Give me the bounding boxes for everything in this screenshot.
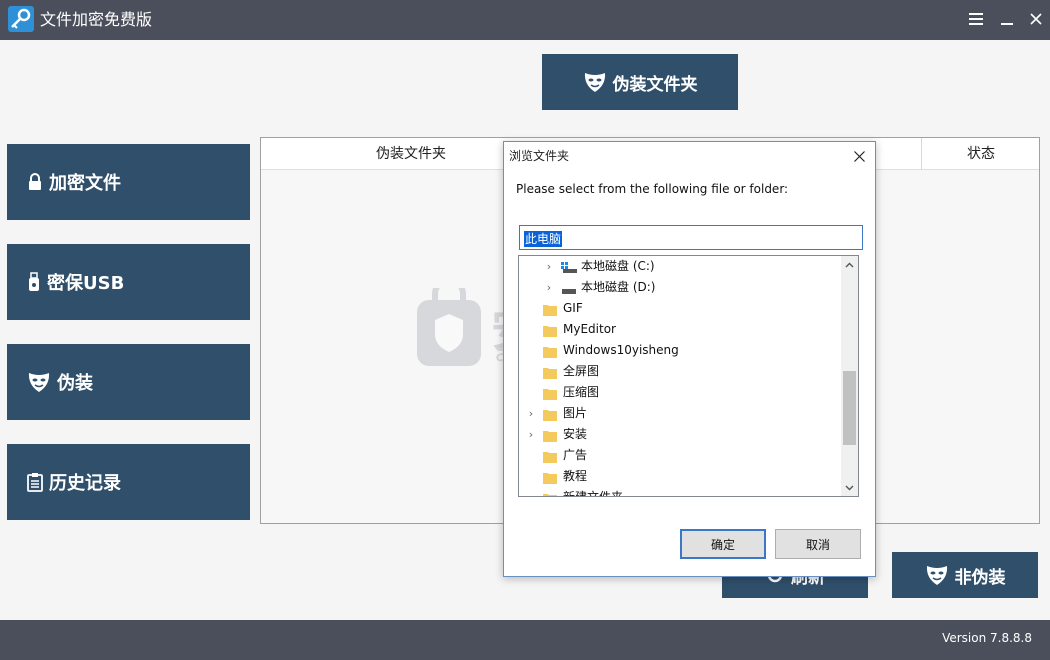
browse-folder-dialog[interactable]: 浏览文件夹 Please select from the following f… xyxy=(503,141,876,577)
disguise-folder-label: 伪装文件夹 xyxy=(612,74,698,95)
lock-icon xyxy=(29,173,41,190)
ok-button[interactable]: 确定 xyxy=(680,529,766,559)
tree-item-label: 安装 xyxy=(563,427,588,441)
expand-chevron-icon[interactable]: › xyxy=(525,424,537,445)
tree-item[interactable]: 全屏图 xyxy=(519,361,839,382)
status-bar: Version 7.8.8.8 xyxy=(0,620,1050,660)
dialog-close-icon[interactable] xyxy=(849,146,869,166)
cancel-button[interactable]: 取消 xyxy=(775,529,861,559)
scroll-up-arrow-icon[interactable] xyxy=(841,256,858,273)
folder-icon xyxy=(543,491,557,496)
tree-item[interactable]: 广告 xyxy=(519,445,839,466)
tree-item[interactable]: › 本地磁盘 (C:) xyxy=(519,256,839,277)
title-bar: 文件加密免费版 xyxy=(0,0,1050,40)
tree-item-label: GIF xyxy=(563,301,583,315)
menu-icon[interactable] xyxy=(964,7,988,31)
sidebar-item-label: 历史记录 xyxy=(49,473,121,494)
dialog-title: 浏览文件夹 xyxy=(509,149,570,163)
app-title: 文件加密免费版 xyxy=(40,10,153,29)
undisguise-button[interactable]: 非伪装 xyxy=(892,552,1038,598)
mask-icon xyxy=(584,73,605,92)
tree-item[interactable]: › 安装 xyxy=(519,424,839,445)
tree-item-label: 广告 xyxy=(563,448,588,462)
sidebar-item-label: 伪装 xyxy=(57,373,93,394)
scroll-down-arrow-icon[interactable] xyxy=(841,479,858,496)
dialog-instruction: Please select from the following file or… xyxy=(516,182,789,196)
tree-item[interactable]: › 本地磁盘 (D:) xyxy=(519,277,839,298)
sidebar-item-usb-protect[interactable]: 密保USB xyxy=(7,244,250,320)
tree-item[interactable]: Windows10yisheng xyxy=(519,340,839,361)
minimize-icon[interactable] xyxy=(995,7,1019,31)
tree-item-label: 本地磁盘 (C:) xyxy=(581,259,655,273)
tree-scrollbar[interactable] xyxy=(841,256,858,496)
tree-item[interactable]: 新建文件夹 xyxy=(519,487,839,497)
version-text: Version 7.8.8.8 xyxy=(942,631,1032,645)
folder-path-input[interactable]: 此电脑 xyxy=(519,225,863,250)
close-icon[interactable] xyxy=(1024,7,1048,31)
expand-chevron-icon[interactable]: › xyxy=(543,256,555,277)
tree-item[interactable]: 教程 xyxy=(519,466,839,487)
folder-path-value: 此电脑 xyxy=(524,231,563,247)
undisguise-label: 非伪装 xyxy=(954,567,1006,588)
folder-tree[interactable]: › 本地磁盘 (C:) › 本地磁盘 (D:) GIF MyEditor Win… xyxy=(518,255,859,497)
usb-icon xyxy=(29,272,39,291)
sidebar-item-disguise[interactable]: 伪装 xyxy=(7,344,250,420)
tree-item[interactable]: 压缩图 xyxy=(519,382,839,403)
scrollbar-thumb[interactable] xyxy=(843,371,856,445)
tree-item-label: 全屏图 xyxy=(563,364,600,378)
column-header-status[interactable]: 状态 xyxy=(921,138,1041,170)
tree-item-label: 新建文件夹 xyxy=(563,490,624,497)
tree-item[interactable]: GIF xyxy=(519,298,839,319)
expand-chevron-icon[interactable]: › xyxy=(543,277,555,298)
mask-icon xyxy=(926,566,947,585)
sidebar-item-encrypt-file[interactable]: 加密文件 xyxy=(7,144,250,220)
tree-item-label: 压缩图 xyxy=(563,385,600,399)
tree-item-label: MyEditor xyxy=(563,322,616,336)
sidebar-item-label: 加密文件 xyxy=(49,173,121,194)
mask-icon xyxy=(28,373,50,392)
tree-item-label: 本地磁盘 (D:) xyxy=(581,280,656,294)
sidebar-item-history[interactable]: 历史记录 xyxy=(7,444,250,520)
tree-item[interactable]: › 图片 xyxy=(519,403,839,424)
tree-item[interactable]: MyEditor xyxy=(519,319,839,340)
disguise-folder-button[interactable]: 伪装文件夹 xyxy=(542,54,738,110)
tree-item-label: Windows10yisheng xyxy=(563,343,679,357)
clipboard-icon xyxy=(27,473,43,492)
expand-chevron-icon[interactable]: › xyxy=(525,403,537,424)
tree-item-label: 图片 xyxy=(563,406,588,420)
tree-item-label: 教程 xyxy=(563,469,588,483)
sidebar-item-label: 密保USB xyxy=(47,273,125,294)
app-logo-key-icon xyxy=(8,6,34,32)
